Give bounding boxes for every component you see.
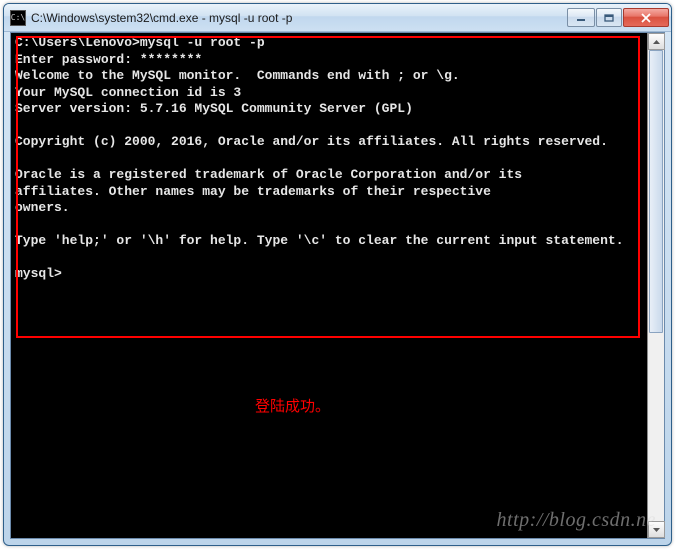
- terminal-line: mysql>: [15, 266, 643, 283]
- terminal-line: owners.: [15, 200, 643, 217]
- client-area: C:\Users\Lenovo>mysql -u root -pEnter pa…: [10, 32, 665, 539]
- terminal-line: Copyright (c) 2000, 2016, Oracle and/or …: [15, 134, 643, 151]
- terminal-line: Oracle is a registered trademark of Orac…: [15, 167, 643, 184]
- terminal-line: [15, 250, 643, 267]
- scroll-thumb[interactable]: [649, 50, 663, 333]
- app-icon: C:\: [10, 10, 26, 26]
- terminal-output[interactable]: C:\Users\Lenovo>mysql -u root -pEnter pa…: [11, 33, 647, 538]
- terminal-line: Welcome to the MySQL monitor. Commands e…: [15, 68, 643, 85]
- titlebar[interactable]: C:\ C:\Windows\system32\cmd.exe - mysql …: [4, 4, 671, 32]
- window-title: C:\Windows\system32\cmd.exe - mysql -u r…: [31, 11, 567, 25]
- scroll-up-button[interactable]: [648, 33, 665, 50]
- scroll-track[interactable]: [648, 50, 664, 521]
- terminal-line: [15, 151, 643, 168]
- terminal-line: Enter password: ********: [15, 52, 643, 69]
- scroll-down-button[interactable]: [648, 521, 665, 538]
- window-controls: [567, 8, 669, 27]
- terminal-line: Your MySQL connection id is 3: [15, 85, 643, 102]
- vertical-scrollbar: [647, 33, 664, 538]
- maximize-button[interactable]: [596, 8, 622, 27]
- terminal-line: C:\Users\Lenovo>mysql -u root -p: [15, 35, 643, 52]
- cmd-window: C:\ C:\Windows\system32\cmd.exe - mysql …: [3, 3, 672, 546]
- terminal-line: Server version: 5.7.16 MySQL Community S…: [15, 101, 643, 118]
- annotation-text: 登陆成功。: [255, 395, 330, 416]
- terminal-line: Type 'help;' or '\h' for help. Type '\c'…: [15, 233, 643, 250]
- terminal-line: affiliates. Other names may be trademark…: [15, 184, 643, 201]
- close-button[interactable]: [623, 8, 669, 27]
- minimize-button[interactable]: [567, 8, 595, 27]
- terminal-line: [15, 217, 643, 234]
- terminal-line: [15, 118, 643, 135]
